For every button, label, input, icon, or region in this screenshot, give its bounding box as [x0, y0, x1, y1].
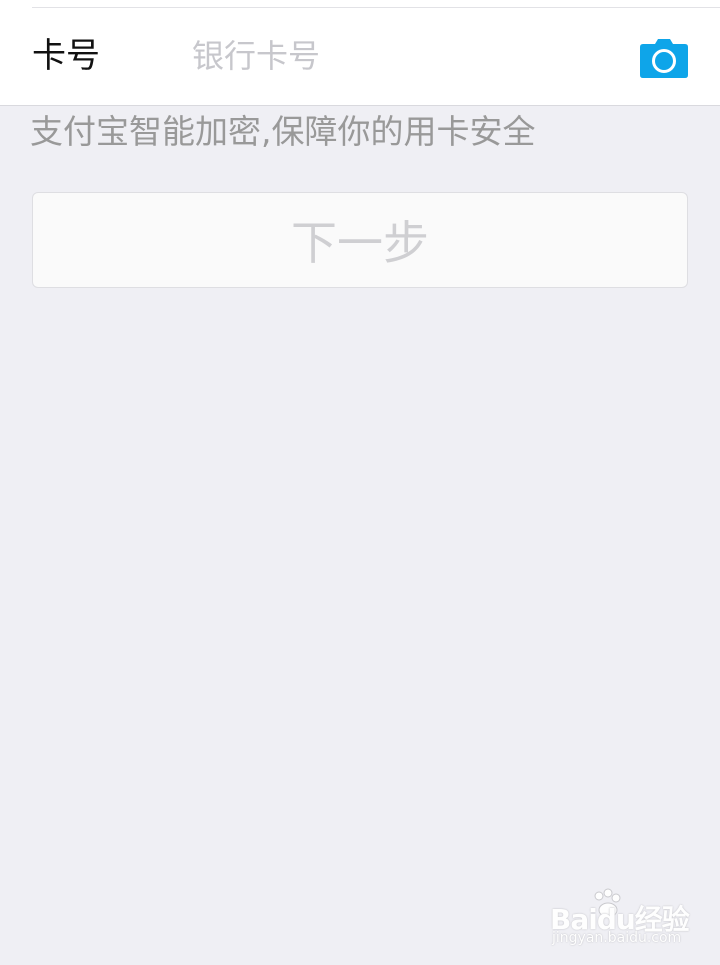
security-note: 支付宝智能加密,保障你的用卡安全 — [30, 112, 536, 151]
baidu-jingyan-watermark: Baidu经验 jingyan.baidu.com — [550, 888, 700, 950]
card-number-row: 卡号 — [0, 0, 720, 106]
bank-card-page: 卡号 支付宝智能加密,保障你的用卡安全 下一步 Baidu经验 jingyan.… — [0, 0, 720, 965]
card-number-label: 卡号 — [32, 36, 100, 76]
scan-card-button[interactable] — [640, 38, 688, 78]
next-button[interactable]: 下一步 — [32, 192, 688, 288]
camera-icon — [640, 39, 688, 78]
divider — [32, 7, 720, 8]
watermark-url: jingyan.baidu.com — [552, 930, 682, 946]
card-number-input[interactable] — [192, 32, 612, 80]
